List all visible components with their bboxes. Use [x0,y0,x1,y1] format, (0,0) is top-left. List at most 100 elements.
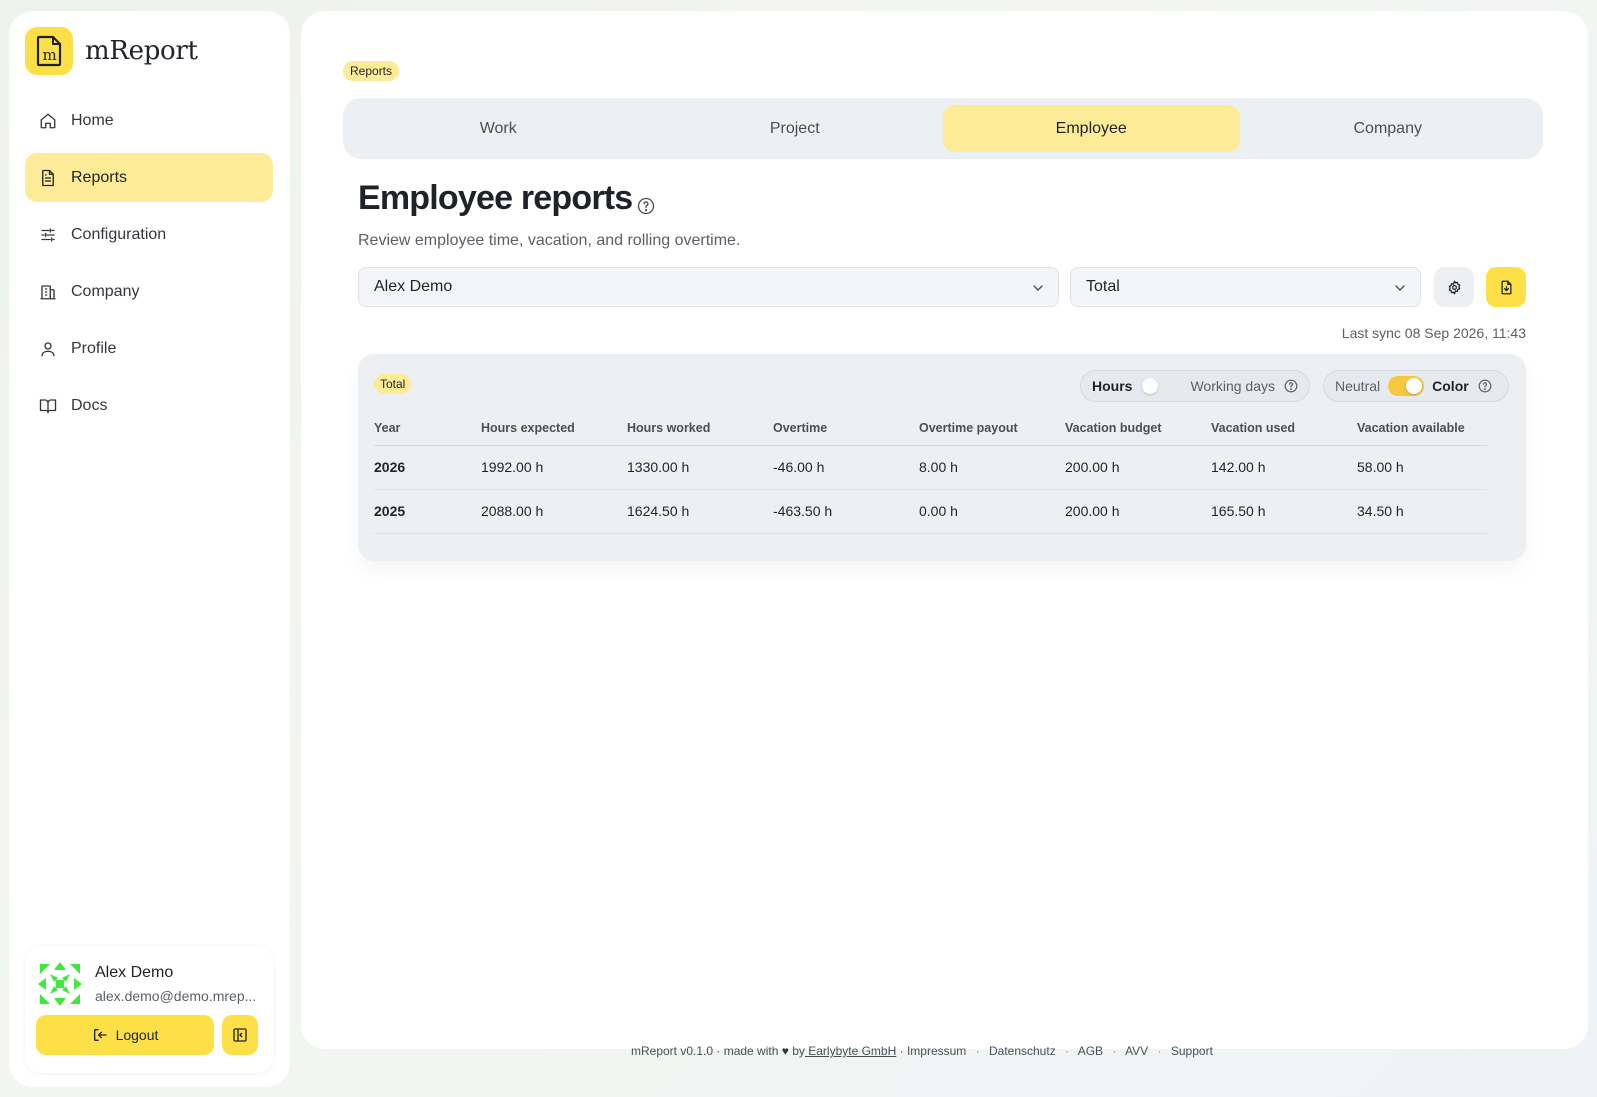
tab-project[interactable]: Project [647,105,944,152]
period-select-value: Total [1086,278,1120,295]
unit-toggle-right-label: Working days [1190,378,1276,394]
unit-toggle: Hours Working days [1080,370,1310,402]
sliders-icon [39,226,57,244]
unit-toggle-left-label: Hours [1092,378,1133,394]
cell-vacation-available: 34.50 h [1357,489,1487,534]
column-header[interactable]: Year [374,412,481,446]
cell-overtime: -46.00 h [773,445,919,490]
report-table: Year Hours expected Hours worked Overtim… [374,412,1487,534]
column-header[interactable]: Vacation used [1211,412,1357,446]
sidebar-item-label: Docs [71,396,108,414]
svg-text:m: m [43,46,57,64]
user-icon [39,340,57,358]
breadcrumb[interactable]: Reports [343,61,400,81]
tab-company[interactable]: Company [1240,105,1537,152]
cell-overtime: -463.50 h [773,489,919,534]
column-header[interactable]: Vacation available [1357,412,1487,446]
tab-employee[interactable]: Employee [943,105,1240,152]
report-icon [39,169,57,187]
color-switch[interactable] [1388,376,1425,396]
footer-version: mReport v0.1.0 · made with [631,1044,779,1058]
unit-switch[interactable] [1140,376,1177,396]
footer-link-agb[interactable]: AGB [1078,1044,1103,1058]
sidebar-item-label: Configuration [71,225,167,243]
column-header[interactable]: Overtime payout [919,412,1065,446]
user-name: Alex Demo [95,964,174,981]
avatar [36,960,84,1008]
help-icon[interactable] [1284,379,1298,393]
report-card: Total Hours Working days Neutral Color Y… [358,354,1526,561]
column-header[interactable]: Vacation budget [1065,412,1211,446]
book-icon [39,397,57,415]
export-button[interactable] [1486,267,1526,307]
column-header[interactable]: Hours expected [481,412,627,446]
cell-overtime-payout: 8.00 h [919,445,1065,490]
cell-hours-expected: 2088.00 h [481,489,627,534]
cell-vacation-budget: 200.00 h [1065,445,1211,490]
footer-by: by [792,1044,805,1058]
color-toggle-right-label: Color [1432,378,1469,394]
footer-company-link[interactable]: Earlybyte GmbH [805,1044,896,1058]
sidebar-item-company[interactable]: Company [25,267,273,316]
column-header[interactable]: Overtime [773,412,919,446]
page-title: Employee reports [358,179,633,217]
sidebar-item-label: Home [71,111,114,129]
table-row[interactable]: 2026 1992.00 h 1330.00 h -46.00 h 8.00 h… [374,445,1487,490]
help-icon[interactable] [1478,379,1492,393]
logout-button[interactable]: Logout [36,1015,214,1055]
sidebar-collapse-icon [233,1028,247,1042]
table-header-row: Year Hours expected Hours worked Overtim… [374,412,1487,446]
column-header[interactable]: Hours worked [627,412,773,446]
logout-label: Logout [115,1027,159,1043]
cell-overtime-payout: 0.00 h [919,489,1065,534]
footer-link-datenschutz[interactable]: Datenschutz [989,1044,1056,1058]
table-row[interactable]: 2025 2088.00 h 1624.50 h -463.50 h 0.00 … [374,489,1487,534]
footer-link-avv[interactable]: AVV [1125,1044,1148,1058]
sidebar-item-label: Reports [71,168,128,186]
sidebar-item-configuration[interactable]: Configuration [25,210,273,259]
tab-work[interactable]: Work [350,105,647,152]
cell-vacation-available: 58.00 h [1357,445,1487,490]
sidebar-item-label: Company [71,282,140,300]
main-panel: Reports Work Project Employee Company Em… [301,11,1588,1049]
gear-icon [1448,280,1460,294]
sidebar-item-label: Profile [71,339,117,357]
settings-button[interactable] [1434,267,1474,307]
app-logo-icon: m [25,27,73,75]
file-download-icon [1501,280,1511,294]
brand[interactable]: m mReport [25,27,198,75]
sidebar-item-reports[interactable]: Reports [25,153,273,202]
heart-icon: ♥ [781,1044,789,1058]
last-sync: Last sync 08 Sep 2026, 11:43 [1341,325,1526,341]
page-subtitle: Review employee time, vacation, and roll… [358,232,741,249]
collapse-sidebar-button[interactable] [222,1015,258,1055]
color-toggle: Neutral Color [1323,370,1509,402]
employee-select-value: Alex Demo [374,278,453,295]
sidebar-item-profile[interactable]: Profile [25,324,273,373]
logout-icon [93,1029,107,1041]
home-icon [39,112,57,130]
app-name: mReport [85,36,198,66]
sidebar-item-home[interactable]: Home [25,96,273,145]
help-icon[interactable] [637,197,655,215]
cell-year: 2025 [374,489,481,534]
cell-hours-worked: 1624.50 h [627,489,773,534]
period-badge: Total [374,374,412,394]
cell-year: 2026 [374,445,481,490]
building-icon [39,283,57,301]
period-select[interactable]: Total [1070,267,1421,307]
user-email: alex.demo@demo.mrep... [95,988,257,1004]
cell-vacation-used: 165.50 h [1211,489,1357,534]
sidebar-item-docs[interactable]: Docs [25,381,273,430]
employee-select[interactable]: Alex Demo [358,267,1059,307]
sidebar: m mReport Home Reports Configuration Com… [9,11,290,1087]
cell-hours-expected: 1992.00 h [481,445,627,490]
chevron-down-icon [1395,285,1405,291]
footer-link-support[interactable]: Support [1171,1044,1213,1058]
cell-vacation-budget: 200.00 h [1065,489,1211,534]
chevron-down-icon [1033,285,1043,291]
footer-link-impressum[interactable]: Impressum [907,1044,966,1058]
report-tabs: Work Project Employee Company [343,98,1543,159]
sidebar-nav: Home Reports Configuration Company Profi… [25,96,273,438]
color-toggle-left-label: Neutral [1335,378,1381,394]
